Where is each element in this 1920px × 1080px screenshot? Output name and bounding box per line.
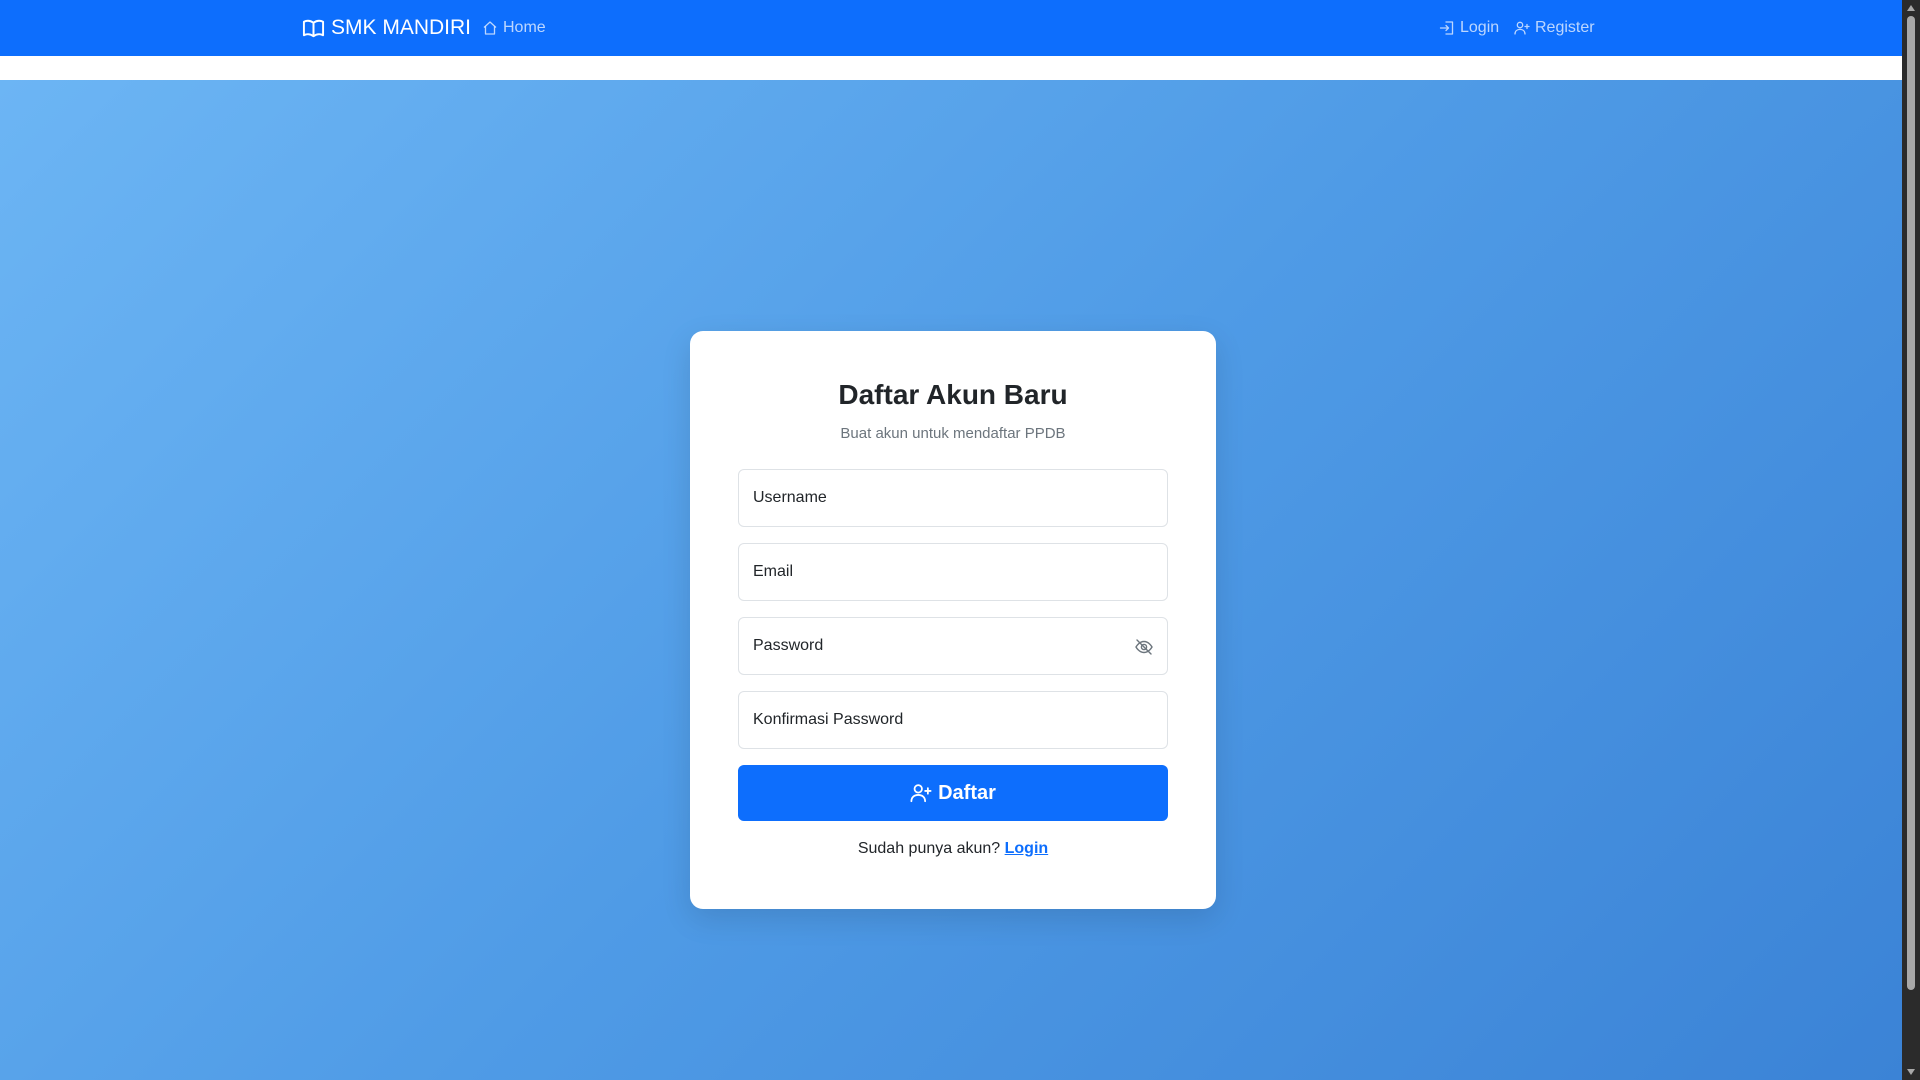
nav-home-link[interactable]: Home: [482, 0, 546, 56]
brand-link[interactable]: SMK MANDIRI: [302, 0, 471, 56]
login-link[interactable]: Login: [1005, 840, 1049, 857]
login-prompt: Sudah punya akun? Login: [690, 840, 1216, 858]
username-input[interactable]: [739, 470, 1167, 526]
page-title: Daftar Akun Baru: [838, 379, 1068, 410]
page-subtitle: Buat akun untuk mendaftar PPDB: [840, 425, 1066, 442]
navbar-spacer: [0, 56, 1902, 80]
eye-slash-icon[interactable]: [1134, 637, 1154, 657]
scrollbar[interactable]: [1902, 0, 1920, 1080]
nav-login-label: Login: [1460, 19, 1500, 36]
register-card: Daftar Akun Baru Buat akun untuk mendaft…: [690, 331, 1216, 909]
nav-login-link[interactable]: Login: [1439, 0, 1499, 56]
brand-label: SMK MANDIRI: [331, 16, 472, 39]
book-icon: [302, 19, 325, 37]
password-input[interactable]: [739, 618, 1167, 674]
nav-register-link[interactable]: Register: [1514, 0, 1595, 56]
navbar: SMK MANDIRI Home Login Register: [0, 0, 1902, 56]
submit-button[interactable]: Daftar: [738, 765, 1168, 821]
scroll-up-icon[interactable]: [1902, 1, 1920, 15]
login-prompt-text: Sudah punya akun?: [857, 840, 1001, 857]
home-icon: [483, 21, 497, 35]
scroll-down-icon[interactable]: [1902, 1065, 1920, 1079]
person-plus-icon: [1514, 21, 1530, 35]
scrollbar-thumb[interactable]: [1907, 16, 1915, 990]
username-field: [738, 469, 1168, 527]
person-plus-icon: [910, 784, 932, 803]
nav-home-label: Home: [503, 19, 546, 36]
email-field: [738, 543, 1168, 601]
confirm-password-input[interactable]: [739, 692, 1167, 748]
confirm-password-field: [738, 691, 1168, 749]
nav-register-label: Register: [1535, 19, 1595, 36]
email-input[interactable]: [739, 544, 1167, 600]
login-icon: [1439, 21, 1454, 35]
submit-label: Daftar: [938, 781, 996, 804]
password-field: [738, 617, 1168, 675]
